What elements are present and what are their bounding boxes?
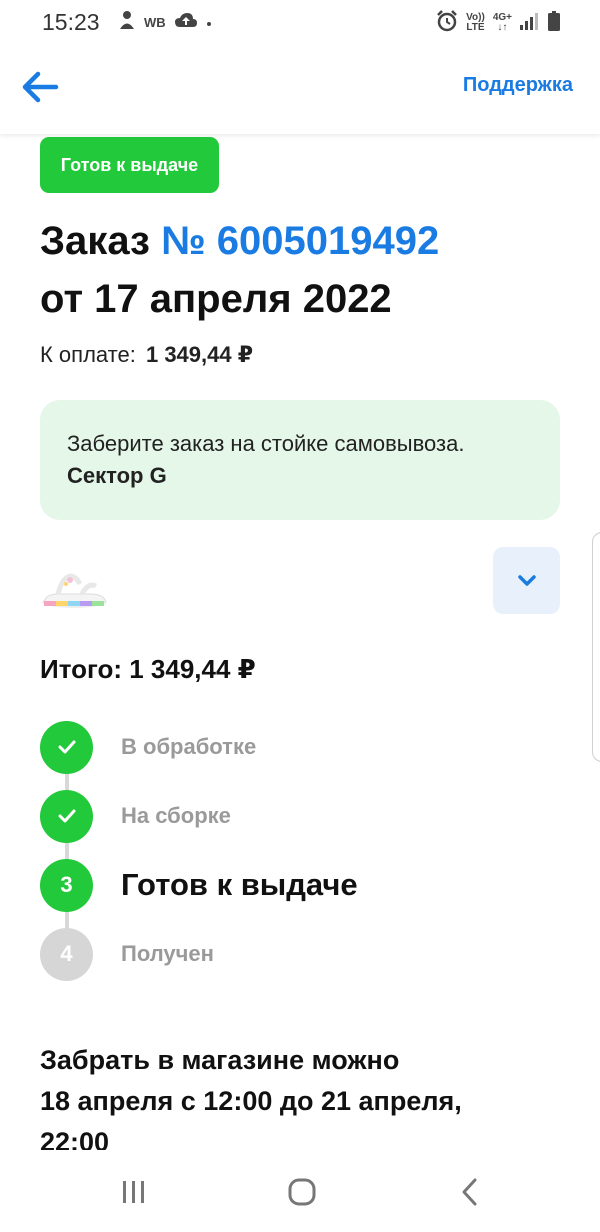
order-number: № 6005019492	[161, 219, 440, 263]
recent-apps-icon	[123, 1181, 144, 1203]
status-badge: Готов к выдаче	[40, 137, 219, 193]
step-label: Получен	[121, 941, 214, 966]
payment-label: К оплате:	[40, 342, 136, 367]
side-panel-edge[interactable]	[592, 532, 600, 762]
signal-icon	[520, 12, 540, 33]
step-label: На сборке	[121, 803, 231, 828]
step-number-3: 3	[40, 858, 93, 912]
pickup-sector: Сектор G	[67, 463, 167, 488]
status-left-icons: WB	[118, 10, 212, 35]
cloud-upload-icon	[174, 12, 198, 33]
step-label: Готов к выдаче	[121, 867, 358, 902]
order-details: Готов к выдаче Заказ № 6005019492 от 17 …	[0, 134, 600, 1150]
progress-line	[65, 746, 69, 952]
sandal-image	[42, 573, 107, 608]
status-time: 15:23	[42, 9, 100, 35]
step-number-4: 4	[40, 927, 93, 981]
back-button[interactable]	[20, 66, 62, 108]
page-title: Заказ № 6005019492 от 17 апреля 2022	[40, 212, 439, 328]
pickup-window-line2: 18 апреля с 12:00 до 21 апреля,	[40, 1086, 462, 1116]
order-total: Итого: 1 349,44 ₽	[40, 654, 256, 684]
chevron-down-icon	[517, 574, 536, 586]
back-nav-button[interactable]	[450, 1176, 490, 1208]
step-label: В обработке	[121, 734, 257, 759]
step-received: 4 Получен	[40, 927, 560, 981]
pickup-notice-text: Заберите заказ на стойке самовывоза.	[67, 431, 465, 456]
chevron-left-icon	[462, 1178, 477, 1206]
step-assembly: На сборке	[40, 789, 560, 843]
network-type-indicator: 4G+ ↓↑	[492, 11, 512, 33]
pickup-window-line3: 22:00	[40, 1127, 110, 1150]
alarm-icon	[436, 10, 458, 35]
product-thumbnail[interactable]	[40, 564, 108, 612]
dot-icon	[206, 14, 212, 32]
arrow-left-icon	[22, 71, 59, 103]
status-bar: 15:23 WB Vo)) LTE 4G+ ↓↑	[0, 0, 600, 44]
person-icon	[118, 10, 136, 35]
app-bar: Поддержка	[0, 44, 600, 134]
volte-indicator: Vo)) LTE	[466, 11, 485, 33]
status-right-icons: Vo)) LTE 4G+ ↓↑	[436, 10, 560, 35]
check-icon	[40, 789, 93, 843]
order-title-prefix: Заказ	[40, 219, 150, 263]
support-link[interactable]: Поддержка	[463, 74, 573, 97]
order-date: от 17 апреля 2022	[40, 277, 392, 321]
step-processing: В обработке	[40, 720, 560, 774]
step-ready: 3 Готов к выдаче	[40, 858, 560, 912]
wb-app-icon: WB	[144, 15, 166, 30]
system-nav-bar	[0, 1150, 600, 1232]
battery-icon	[548, 11, 560, 34]
pickup-window: Забрать в магазине можно 18 апреля с 12:…	[40, 1040, 560, 1150]
payment-amount: 1 349,44 ₽	[145, 342, 254, 367]
home-button[interactable]	[282, 1176, 322, 1208]
pickup-notice: Заберите заказ на стойке самовывоза. Сек…	[40, 400, 560, 520]
expand-items-button[interactable]	[493, 547, 560, 614]
check-icon	[40, 720, 93, 774]
payment-row: К оплате: 1 349,44 ₽	[40, 342, 253, 368]
home-icon	[288, 1178, 316, 1206]
recent-apps-button[interactable]	[114, 1176, 154, 1208]
pickup-window-line1: Забрать в магазине можно	[40, 1045, 400, 1075]
